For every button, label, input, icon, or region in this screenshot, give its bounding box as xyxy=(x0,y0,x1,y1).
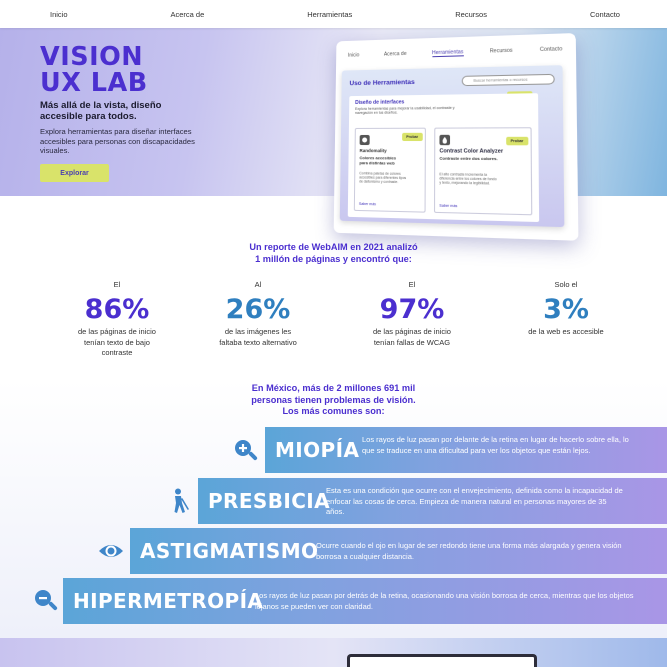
stat-value: 3% xyxy=(543,294,589,325)
hero-description: Explora herramientas para diseñar interf… xyxy=(40,127,195,156)
stat-prefix: Al xyxy=(254,280,262,289)
stats-intro: Un reporte de WebAIM en 2021 analizó 1 m… xyxy=(0,241,667,265)
vision-title-line3: Los más comunes son: xyxy=(282,406,385,416)
mockup-nav-acerca: Acerca de xyxy=(383,50,407,58)
eye-icon xyxy=(99,545,123,557)
mockup-card1-tag: Probar xyxy=(402,132,423,142)
stat-item: El 86% de las páginas de inicio tenían t… xyxy=(42,280,192,359)
mockup-nav-herramientas: Herramientas xyxy=(431,48,464,57)
condition-name: HIPERMETROPÍA xyxy=(73,589,264,613)
mockup-card1-heading: Colores accesibles para distintas web xyxy=(359,155,397,166)
mockup-card-2: Probar Contrast Color Analyzer Contraste… xyxy=(433,127,533,216)
mockup-card1-name: Randomality xyxy=(359,148,387,154)
mockup-card2-tag: Probar xyxy=(506,136,528,146)
mockup-nav: Inicio Acerca de Herramientas Recursos C… xyxy=(342,40,569,65)
stat-item: Al 26% de las imágenes les faltaba texto… xyxy=(183,280,333,348)
mockup-window: Inicio Acerca de Herramientas Recursos C… xyxy=(333,33,579,241)
mockup-card1-body: Combina paletas de colores accesibles pa… xyxy=(359,171,407,185)
magnifier-plus-icon xyxy=(235,440,258,461)
stat-item: Solo el 3% de la web es accesible xyxy=(491,280,641,338)
stat-prefix: El xyxy=(113,280,121,289)
mockup-card2-body: El alto contraste incrementa la diferenc… xyxy=(439,172,497,186)
stat-description: de la web es accesible xyxy=(528,327,604,336)
nav-contacto[interactable]: Contacto xyxy=(590,10,620,19)
stat-value: 26% xyxy=(225,294,291,325)
mockup-card2-name: Contrast Color Analyzer xyxy=(439,148,504,155)
condition-band-hipermetropia: HIPERMETROPÍA Los rayos de luz pasan por… xyxy=(63,578,667,624)
mockup-nav-inicio: Inicio xyxy=(347,52,360,59)
mockup-card1-link: Saber más xyxy=(358,201,377,207)
top-nav: Inicio Acerca de Herramientas Recursos C… xyxy=(0,0,667,28)
nav-recursos[interactable]: Recursos xyxy=(455,10,487,19)
mockup-section: Diseño de interfaces Explora herramienta… xyxy=(347,93,540,223)
condition-name: PRESBICIA xyxy=(208,489,331,513)
condition-text: Los rayos de luz pasan por delante de la… xyxy=(362,435,629,455)
vision-title-line2: personas tienen problemas de visión. xyxy=(251,394,416,405)
footer-strip xyxy=(0,638,667,667)
mockup-section-desc: Explora herramientas para mejorar la usa… xyxy=(355,105,455,116)
vision-problems-title: En México, más de 2 millones 691 mil per… xyxy=(0,383,667,418)
laptop-graphic xyxy=(347,654,537,667)
condition-band-presbicia: PRESBICIA Esta es una condición que ocur… xyxy=(198,478,667,524)
mockup-card2-heading: Contraste entre dos colores. xyxy=(439,155,498,162)
mockup-nav-recursos: Recursos xyxy=(489,47,513,55)
condition-band-miopia: MIOPÍA Los rayos de luz pasan por delant… xyxy=(265,427,667,473)
magnifier-minus-icon xyxy=(35,590,58,611)
mockup-search: Buscar herramientas o recursos xyxy=(461,73,555,87)
stat-item: El 97% de las páginas de inicio tenían f… xyxy=(337,280,487,348)
mockup-card-1: Probar Randomality Colores accesibles pa… xyxy=(353,127,426,213)
vision-title-line1: En México, más de 2 millones 691 mil xyxy=(251,383,416,393)
drop-icon xyxy=(439,134,451,146)
condition-text: Los rayos de luz pasan por detrás de la … xyxy=(255,591,634,611)
stat-value: 86% xyxy=(84,294,150,325)
stat-description: de las imágenes les faltaba texto altern… xyxy=(219,327,297,347)
stat-description: de las páginas de inicio tenían texto de… xyxy=(78,327,156,357)
tools-mockup: Inicio Acerca de Herramientas Recursos C… xyxy=(333,33,587,250)
condition-name: ASTIGMATISMO xyxy=(140,539,319,563)
mockup-search-placeholder: Buscar herramientas o recursos xyxy=(473,77,528,83)
vision-problems-section: En México, más de 2 millones 691 mil per… xyxy=(0,380,667,638)
hero-title: VISION UX LAB xyxy=(40,44,148,96)
person-cane-icon xyxy=(174,488,189,513)
page: Inicio Acerca de Herramientas Recursos C… xyxy=(0,0,667,667)
nav-herramientas[interactable]: Herramientas xyxy=(307,10,352,19)
condition-band-astigmatismo: ASTIGMATISMO Ocurre cuando el ojo en lug… xyxy=(130,528,667,574)
palette-icon xyxy=(359,134,370,146)
condition-name: MIOPÍA xyxy=(275,438,360,462)
mockup-nav-contacto: Contacto xyxy=(539,46,563,54)
hero-subtitle: Más allá de la vista, diseño accesible p… xyxy=(40,100,162,122)
mockup-section-title: Diseño de interfaces xyxy=(355,99,405,106)
explore-button[interactable]: Explorar xyxy=(40,164,109,182)
hero-title-line1: VISION xyxy=(40,42,144,72)
nav-inicio[interactable]: Inicio xyxy=(50,10,68,19)
mockup-title: Uso de Herramientas xyxy=(349,78,415,88)
stat-description: de las páginas de inicio tenían fallas d… xyxy=(373,327,451,347)
stats-intro-line1: Un reporte de WebAIM en 2021 analizó xyxy=(249,242,418,252)
hero-title-line2: UX LAB xyxy=(40,68,148,98)
nav-acerca-de[interactable]: Acerca de xyxy=(171,10,205,19)
mockup-panel: Uso de Herramientas Buscar herramientas … xyxy=(339,65,565,228)
condition-text: Ocurre cuando el ojo en lugar de ser red… xyxy=(316,541,622,561)
stat-value: 97% xyxy=(379,294,445,325)
mockup-card2-link: Saber más xyxy=(439,203,458,209)
stat-prefix: Solo el xyxy=(554,280,578,289)
stat-prefix: El xyxy=(408,280,416,289)
stats-intro-line2: 1 millón de páginas y encontró que: xyxy=(255,254,412,264)
condition-text: Esta es una condición que ocurre con el … xyxy=(326,486,623,516)
